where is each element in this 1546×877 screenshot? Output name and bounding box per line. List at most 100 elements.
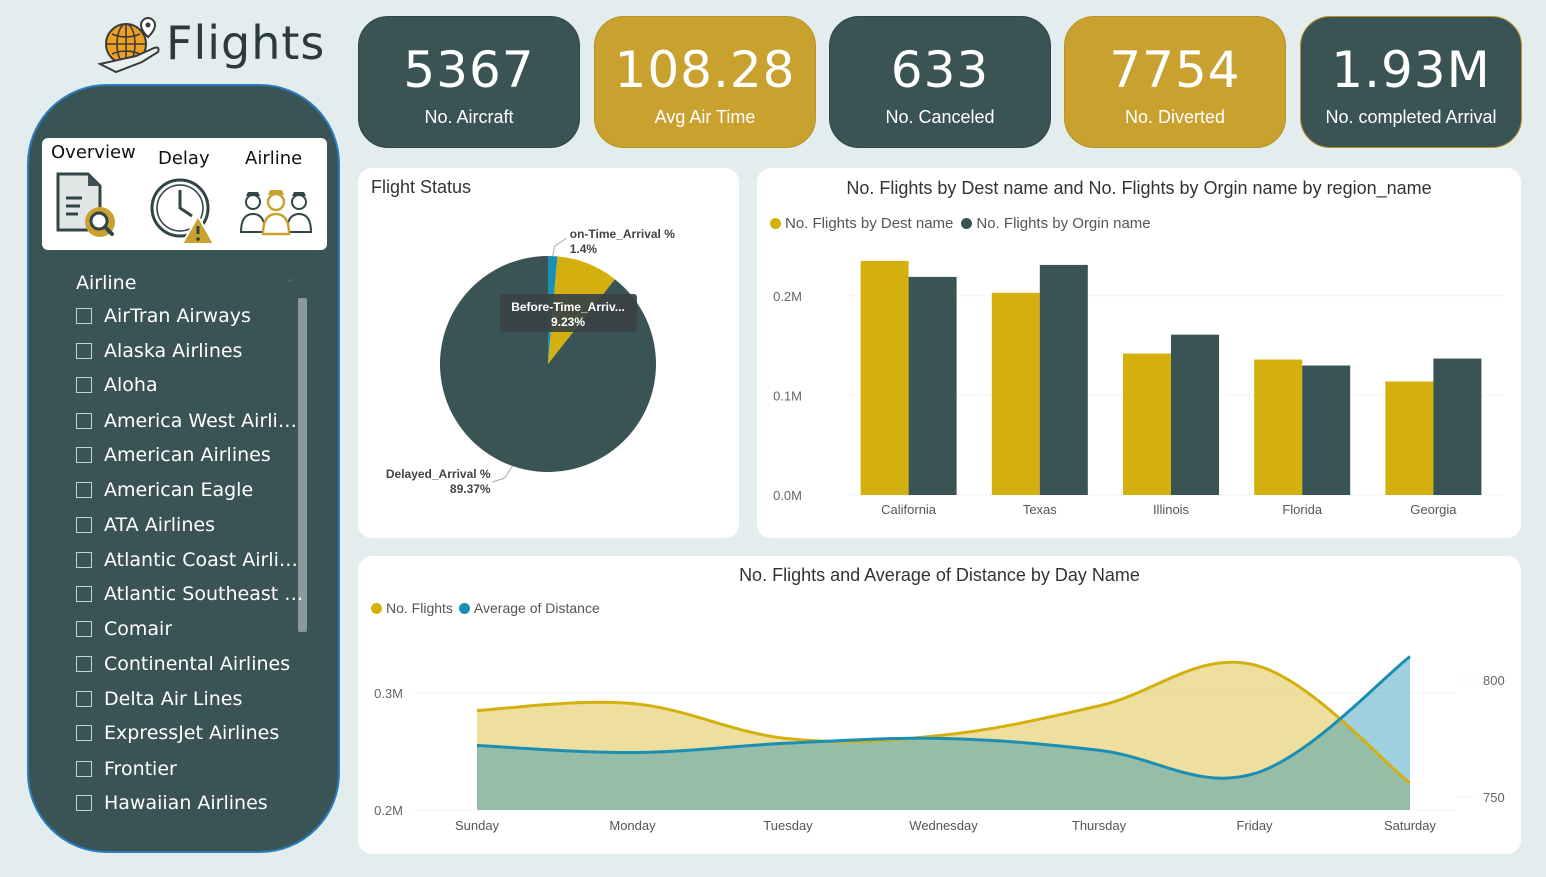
pie-label: on-Time_Arrival % (570, 227, 675, 241)
slicer-item-label: AirTran Airways (104, 305, 251, 327)
app-title: Flights (166, 16, 326, 70)
bar[interactable] (1123, 353, 1171, 495)
bar[interactable] (1385, 381, 1434, 495)
slicer-item-label: Hawaiian Airlines (104, 792, 268, 814)
slicer-item[interactable]: ExpressJet Airlines (76, 721, 279, 745)
bar[interactable] (1433, 358, 1482, 495)
bar[interactable] (1171, 334, 1219, 495)
kpi-card-completed-arrival: 1.93M No. completed Arrival (1300, 16, 1522, 148)
checkbox[interactable] (76, 308, 92, 324)
x-tick-label: Tuesday (763, 818, 813, 833)
y-tick-label: 0.2M (773, 289, 802, 304)
kpi-value: 633 (890, 41, 990, 99)
checkbox[interactable] (76, 377, 92, 393)
nav-overview-button[interactable]: Overview (46, 140, 140, 248)
checkbox[interactable] (76, 795, 92, 811)
slicer-item-label: Delta Air Lines (104, 688, 243, 710)
y-tick-label-left: 0.2M (374, 803, 403, 818)
kpi-label: No. completed Arrival (1325, 107, 1497, 127)
slicer-item[interactable]: American Airlines (76, 443, 271, 467)
kpi-value: 108.28 (614, 41, 796, 99)
checkbox[interactable] (76, 656, 92, 672)
checkbox[interactable] (76, 621, 92, 637)
slicer-item[interactable]: American Eagle (76, 478, 253, 502)
checkbox[interactable] (76, 586, 92, 602)
nav-airline-label: Airline (245, 148, 303, 169)
slicer-item[interactable]: America West Airlines (76, 409, 308, 433)
tooltip-label: Before-Time_Arriv... (511, 300, 625, 314)
y-tick-label-left: 0.3M (374, 686, 403, 701)
x-tick-label: Sunday (455, 818, 500, 833)
checkbox[interactable] (76, 761, 92, 777)
checkbox[interactable] (76, 691, 92, 707)
pie-chart: on-Time_Arrival %1.4% Delayed_Arrival %89… (386, 227, 675, 496)
slicer-item[interactable]: Aloha (76, 373, 158, 397)
slicer-item-label: ATA Airlines (104, 514, 215, 536)
slicer-item[interactable]: Atlantic Coast Airlines (76, 548, 308, 572)
app-logo: Flights (96, 14, 324, 80)
nav-delay-button[interactable]: Delay (146, 140, 226, 248)
x-tick-label: Florida (1282, 502, 1323, 517)
pie-label: Delayed_Arrival % (386, 467, 491, 481)
tooltip-value: 9.23% (551, 315, 585, 329)
dashboard: Flights 5367 No. Aircraft 108.28 Avg Air… (0, 0, 1546, 877)
y-tick-label-right: 750 (1483, 790, 1505, 805)
kpi-card-diverted: 7754 No. Diverted (1064, 16, 1286, 148)
pie-value-label: 1.4% (570, 242, 598, 256)
clock-warning-icon (150, 178, 216, 245)
kpi-label: No. Aircraft (424, 107, 514, 127)
bar[interactable] (908, 276, 957, 495)
bar[interactable] (1039, 264, 1088, 495)
slicer-item[interactable]: Continental Airlines (76, 652, 290, 676)
slicer-item[interactable]: Hawaiian Airlines (76, 791, 268, 815)
x-tick-label: Wednesday (909, 818, 978, 833)
kpi-card-canceled: 633 No. Canceled (829, 16, 1051, 148)
pie-value-label: 89.37% (450, 482, 491, 496)
slicer-item[interactable]: AirTran Airways (76, 304, 251, 328)
x-tick-label: Friday (1236, 818, 1273, 833)
slicer-title: Airline (76, 272, 137, 294)
slicer-item-label: American Airlines (104, 444, 271, 466)
pie-leader-line (552, 237, 568, 257)
x-tick-label: Texas (1023, 502, 1057, 517)
slicer-item[interactable]: Comair (76, 617, 172, 641)
bar[interactable] (860, 260, 909, 495)
slicer-item-label: ExpressJet Airlines (104, 722, 280, 744)
kpi-label: No. Diverted (1124, 107, 1226, 127)
nav-delay-label: Delay (158, 148, 210, 169)
slicer-item[interactable]: Delta Air Lines (76, 687, 242, 711)
checkbox[interactable] (76, 343, 92, 359)
slicer-item[interactable]: ATA Airlines (76, 513, 215, 537)
bar[interactable] (991, 292, 1040, 495)
checkbox[interactable] (76, 517, 92, 533)
y-tick-label-right: 800 (1483, 673, 1505, 688)
bar-chart: 0.0M 0.1M 0.2M California Texas Illinois Flori… (773, 260, 1505, 517)
slicer-item[interactable]: Alaska Airlines (76, 339, 242, 363)
checkbox[interactable] (76, 413, 92, 429)
checkbox[interactable] (76, 447, 92, 463)
y-tick-label: 0.0M (773, 488, 802, 503)
checkbox[interactable] (76, 482, 92, 498)
plane-globe-icon (97, 16, 160, 74)
slicer-item-label: Frontier (104, 758, 177, 780)
slicer-item-label: American Eagle (104, 479, 254, 501)
slicer-item-label: Atlantic Coast Airlines (104, 549, 308, 571)
slicer-collapse-icon[interactable]: ⌄ (284, 270, 296, 286)
flight-status-card: Flight Status on-Time_Arrival % 1.4% Delay… (358, 168, 739, 538)
document-search-icon (56, 172, 115, 237)
bar[interactable] (1254, 359, 1303, 495)
slicer-item[interactable]: Frontier (76, 757, 177, 781)
pie-leader-line (492, 465, 514, 483)
pie-slice[interactable] (440, 256, 656, 472)
crew-icon (239, 190, 313, 236)
slicer-item-label: Atlantic Southeast Airlines (104, 583, 308, 605)
nav-airline-button[interactable]: Airline (234, 140, 322, 248)
bar[interactable] (1302, 365, 1351, 495)
checkbox[interactable] (76, 725, 92, 741)
kpi-value: 5367 (403, 41, 535, 99)
checkbox[interactable] (76, 552, 92, 568)
slicer-item-label: Aloha (104, 374, 158, 396)
kpi-value: 1.93M (1331, 41, 1491, 99)
kpi-card-air-time: 108.28 Avg Air Time (594, 16, 816, 148)
slicer-item[interactable]: Atlantic Southeast Airlines (76, 582, 308, 606)
